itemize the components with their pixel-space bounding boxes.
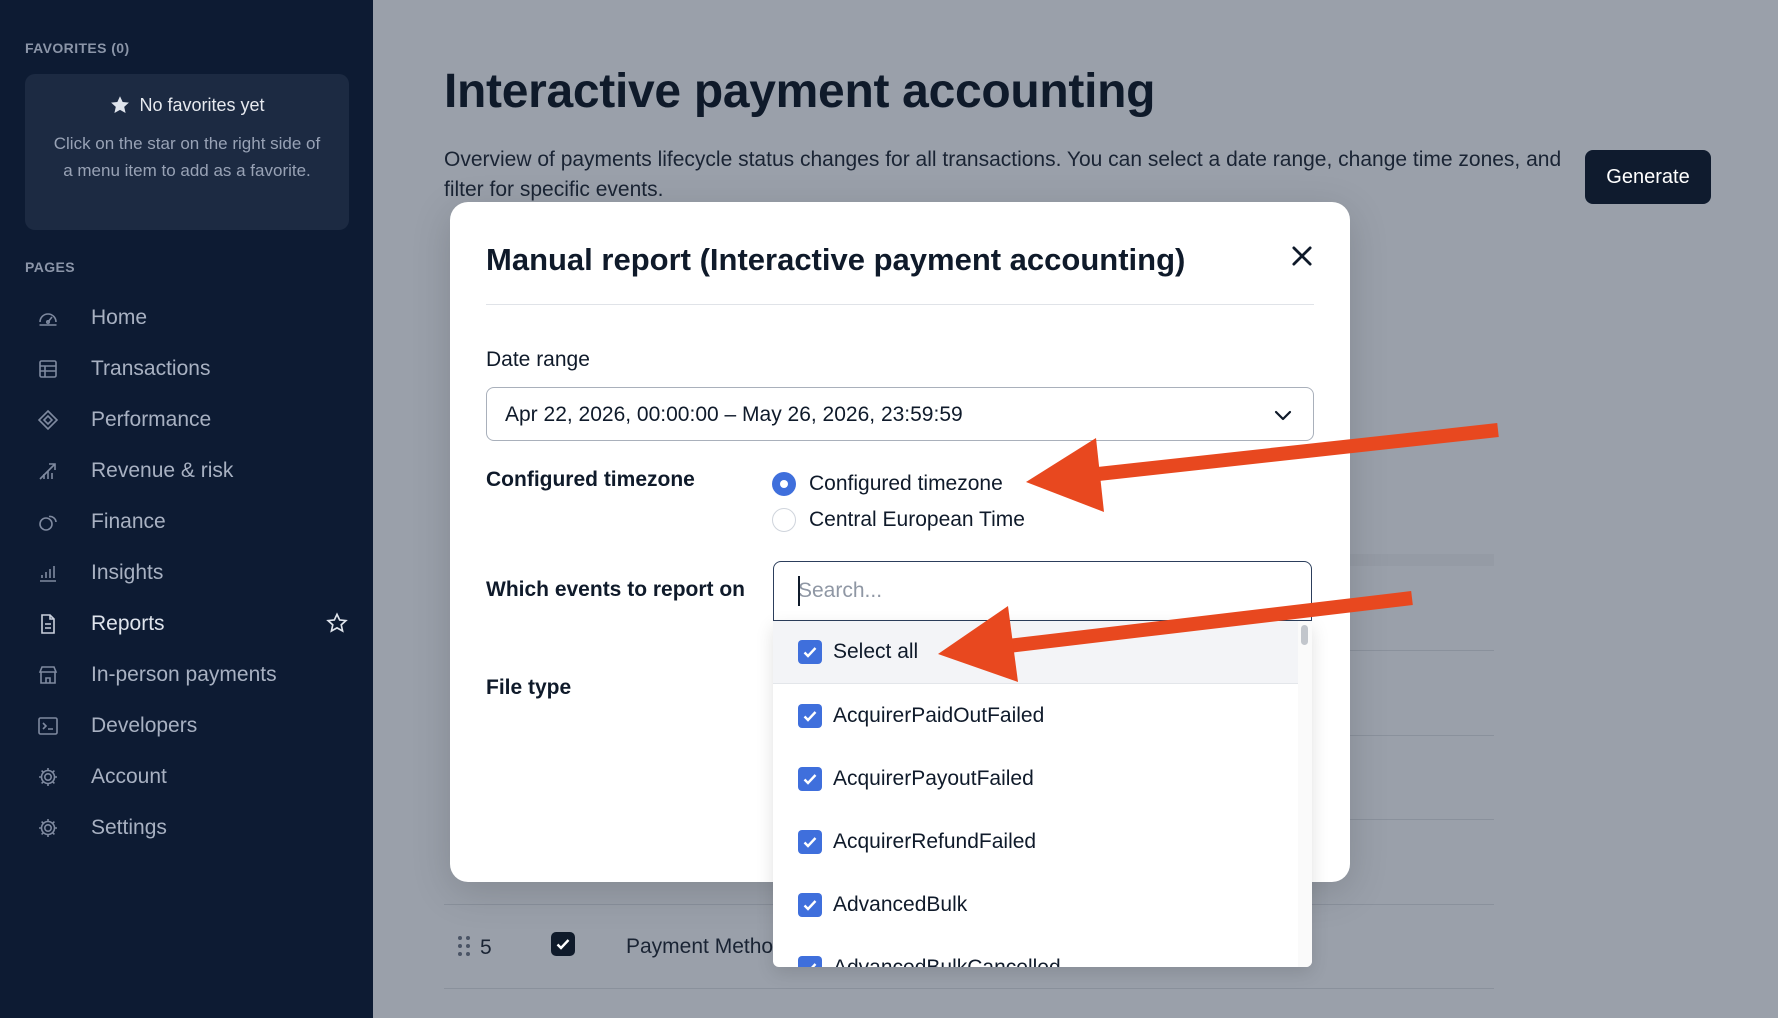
close-icon[interactable]	[1288, 242, 1316, 270]
date-range-label: Date range	[486, 348, 590, 371]
drag-handle-icon[interactable]	[456, 934, 472, 958]
sidebar-nav: Home Transactions Performance Revenue & …	[0, 292, 373, 853]
sidebar-item-label: Developers	[91, 713, 198, 737]
chart-arrow-icon	[36, 459, 60, 483]
row-checkbox[interactable]	[551, 932, 575, 956]
row-number: 5	[480, 936, 492, 959]
checkbox-checked[interactable]	[798, 892, 822, 917]
table-divider	[1350, 650, 1494, 651]
list-item[interactable]: AdvancedBulk	[773, 873, 1298, 936]
list-item[interactable]: AcquirerRefundFailed	[773, 810, 1298, 873]
speedometer-icon	[36, 306, 60, 330]
radio-button[interactable]	[772, 508, 796, 532]
option-label: AcquirerRefundFailed	[833, 829, 1037, 853]
sidebar-item-account[interactable]: Account	[0, 751, 373, 802]
sidebar-item-developers[interactable]: Developers	[0, 700, 373, 751]
sidebar-item-insights[interactable]: Insights	[0, 547, 373, 598]
sidebar-item-in-person-payments[interactable]: In-person payments	[0, 649, 373, 700]
generate-button[interactable]: Generate	[1585, 150, 1711, 204]
sidebar-item-performance[interactable]: Performance	[0, 394, 373, 445]
sidebar-item-label: Reports	[91, 611, 165, 635]
bar-chart-icon	[36, 561, 60, 585]
favorites-empty-title-text: No favorites yet	[139, 94, 265, 115]
sidebar-item-label: Account	[91, 764, 167, 788]
scrollbar[interactable]	[1298, 621, 1312, 967]
checkbox-checked[interactable]	[798, 955, 822, 967]
sidebar-item-label: Transactions	[91, 356, 211, 380]
events-label: Which events to report on	[486, 578, 746, 601]
favorite-star-icon[interactable]	[326, 612, 348, 634]
gear-icon	[36, 765, 60, 789]
option-label: AdvancedBulkCancelled	[833, 955, 1061, 968]
sidebar-item-label: Revenue & risk	[91, 458, 234, 482]
sidebar-item-label: In-person payments	[91, 662, 277, 686]
sidebar-item-reports[interactable]: Reports	[0, 598, 373, 649]
favorites-empty-box: No favorites yet Click on the star on th…	[25, 74, 349, 230]
list-item[interactable]: AdvancedBulkCancelled	[773, 936, 1298, 967]
timezone-label: Configured timezone	[486, 468, 695, 491]
sidebar-item-revenue-risk[interactable]: Revenue & risk	[0, 445, 373, 496]
radio-label: Configured timezone	[809, 472, 1003, 495]
sidebar-item-label: Finance	[91, 509, 166, 533]
date-range-value: Apr 22, 2026, 00:00:00 – May 26, 2026, 2…	[505, 403, 963, 426]
sidebar-item-label: Performance	[91, 407, 212, 431]
coins-icon	[36, 510, 60, 534]
sidebar-item-settings[interactable]: Settings	[0, 802, 373, 853]
terminal-icon	[36, 714, 60, 738]
favorites-heading: FAVORITES (0)	[25, 40, 130, 56]
document-icon	[36, 612, 60, 636]
favorites-empty-description: Click on the star on the right side of a…	[53, 134, 321, 180]
list-item[interactable]: AcquirerPaidOutFailed	[773, 684, 1298, 747]
checkbox-checked[interactable]	[798, 703, 822, 728]
events-search-field[interactable]	[773, 561, 1312, 621]
text-cursor	[798, 576, 800, 606]
sidebar-item-label: Settings	[91, 815, 167, 839]
option-label: AcquirerPaidOutFailed	[833, 703, 1045, 727]
sidebar: FAVORITES (0) No favorites yet Click on …	[0, 0, 373, 1018]
option-label: AcquirerPayoutFailed	[833, 766, 1034, 790]
option-label: AdvancedBulk	[833, 892, 968, 916]
checkbox-checked[interactable]	[798, 766, 822, 791]
favorites-empty-title: No favorites yet	[25, 94, 349, 116]
events-options-list[interactable]: Select all AcquirerPaidOutFailed Acquire…	[773, 621, 1312, 967]
file-type-label: File type	[486, 676, 572, 699]
radio-central-european-time[interactable]: Central European Time	[772, 508, 1025, 532]
modal-divider	[486, 304, 1314, 305]
chevron-down-icon	[1271, 403, 1295, 427]
sidebar-item-label: Insights	[91, 560, 164, 584]
checkbox-checked[interactable]	[798, 829, 822, 854]
sidebar-item-finance[interactable]: Finance	[0, 496, 373, 547]
table-divider	[444, 988, 1494, 989]
gear-icon	[36, 816, 60, 840]
radio-label: Central European Time	[809, 508, 1025, 531]
page-description: Overview of payments lifecycle status ch…	[444, 148, 1562, 201]
option-label: Select all	[833, 640, 919, 663]
row-label: Payment Metho	[626, 935, 774, 958]
sidebar-item-transactions[interactable]: Transactions	[0, 343, 373, 394]
list-item[interactable]: AcquirerPayoutFailed	[773, 747, 1298, 810]
modal-title: Manual report (Interactive payment accou…	[486, 242, 1186, 277]
table-icon	[36, 357, 60, 381]
radio-button[interactable]	[772, 472, 796, 496]
events-search-input[interactable]	[798, 576, 1278, 606]
scrollbar-thumb[interactable]	[1301, 625, 1308, 645]
store-icon	[36, 663, 60, 687]
radio-configured-timezone[interactable]: Configured timezone	[772, 472, 1003, 496]
checkbox-checked[interactable]	[798, 640, 822, 664]
sidebar-item-home[interactable]: Home	[0, 292, 373, 343]
diamond-icon	[36, 408, 60, 432]
table-divider	[1350, 819, 1494, 820]
sidebar-item-label: Home	[91, 305, 148, 329]
option-select-all[interactable]: Select all	[773, 621, 1298, 684]
pages-heading: PAGES	[25, 259, 75, 275]
page-title: Interactive payment accounting	[444, 65, 1156, 118]
table-divider	[1350, 735, 1494, 736]
star-icon	[111, 96, 130, 113]
date-range-select[interactable]: Apr 22, 2026, 00:00:00 – May 26, 2026, 2…	[486, 387, 1314, 441]
table-header-bar	[1350, 554, 1494, 566]
